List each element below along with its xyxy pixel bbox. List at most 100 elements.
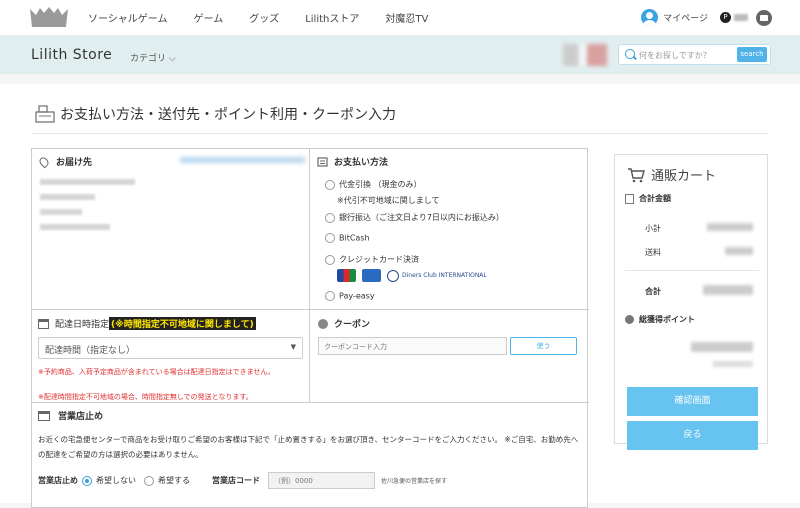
payment-option-credit[interactable]: クレジットカード決済 — [325, 254, 419, 265]
user-area: マイページ P — [641, 9, 772, 26]
jcb-logo-icon — [337, 269, 356, 282]
payment-option-payeasy[interactable]: Pay-easy — [325, 291, 375, 301]
total-heading-label: 合計金額 — [639, 194, 671, 203]
checkout-form: お届け先 お支払い方法 代金引換 （現金のみ） ※代引不可地域に関しまして 銀行… — [31, 148, 589, 508]
nav-social-games[interactable]: ソーシャルゲーム — [88, 10, 168, 25]
points-icon: P — [720, 12, 731, 23]
office-stop-heading-label: 営業店止め — [58, 412, 104, 422]
office-code-input[interactable]: （例）0000 — [268, 472, 375, 489]
cart-panel: 通販カート 合計金額 小計 送料 合計 総獲得ポイント 確認画面 戻る — [614, 154, 768, 450]
radio-payeasy[interactable] — [325, 291, 335, 301]
coupon-code-input[interactable]: クーポンコード入力 — [318, 337, 507, 355]
confirm-button-label: 確認画面 — [674, 396, 711, 406]
payment-bank-label: 銀行振込（ご注文日より7日以内にお振込み） — [339, 213, 504, 222]
delivery-note-2: ※配達時間指定不可地域の場合、時間指定無しでの発送となります。 — [38, 393, 253, 401]
nav-goods[interactable]: グッズ — [249, 10, 279, 25]
total-value-blurred — [703, 285, 753, 295]
coupon-heading: クーポン — [318, 317, 370, 330]
main-nav: ソーシャルゲーム ゲーム グッズ Lilithストア 対魔忍TV — [88, 10, 454, 25]
office-stop-heading: 営業店止め — [38, 409, 583, 422]
nav-games[interactable]: ゲーム — [194, 10, 224, 25]
delivery-note-1: ※予約商品、入荷予定商品が含まれている場合は配達日指定はできません。 — [38, 368, 275, 376]
points-dot-icon — [625, 315, 634, 324]
page-title-row: お支払い方法・送付先・ポイント利用・クーポン入力 — [34, 104, 396, 124]
cart-icons-blurred[interactable] — [563, 44, 607, 66]
use-coupon-button[interactable]: 使う — [510, 337, 577, 355]
time-restriction-link[interactable]: (※時間指定不可地域に関しまして) — [109, 317, 256, 330]
delivery-time-select[interactable]: 配達時間（指定なし） ▼ — [38, 337, 303, 359]
amex-logo-icon — [362, 269, 381, 282]
payment-option-cod[interactable]: 代金引換 （現金のみ） — [325, 179, 422, 190]
shipping-label: 送料 — [645, 248, 661, 257]
cart-title: 通販カート — [651, 169, 717, 184]
office-stop-section: 営業店止め お近くの宅急便センターで商品をお受け取りご希望のお客様は下記で「止め… — [38, 409, 583, 489]
lilith-logo[interactable] — [28, 5, 70, 31]
payment-section: お支払い方法 代金引換 （現金のみ） ※代引不可地域に関しまして 銀行振込（ご注… — [317, 155, 585, 305]
delivery-heading-label: お届け先 — [56, 158, 93, 168]
coupon-heading-label: クーポン — [334, 320, 371, 330]
cart-divider — [625, 270, 759, 271]
office-stop-description: お近くの宅急便センターで商品をお受け取りご希望のお客様は下記で「止め置きする」を… — [38, 435, 579, 459]
diners-logo-icon: Diners Club INTERNATIONAL — [387, 269, 487, 282]
radio-cod[interactable] — [325, 179, 335, 190]
points-value-blurred — [734, 14, 748, 21]
address-blurred — [40, 179, 135, 239]
payment-credit-label: クレジットカード決済 — [339, 255, 419, 264]
delivery-time-heading: 配達日時指定 (※時間指定不可地域に関しまして) — [38, 317, 256, 330]
radio-office-yes[interactable] — [144, 475, 154, 486]
subtotal-value-blurred — [707, 223, 753, 231]
payment-option-bitcash[interactable]: BitCash — [325, 233, 370, 243]
subtotal-label: 小計 — [645, 224, 661, 233]
back-button[interactable]: 戻る — [627, 421, 758, 450]
confirm-button[interactable]: 確認画面 — [627, 387, 758, 416]
radio-credit[interactable] — [325, 254, 335, 265]
top-navigation: ソーシャルゲーム ゲーム グッズ Lilithストア 対魔忍TV マイページ P — [0, 0, 800, 36]
document-icon — [625, 193, 634, 204]
title-divider — [32, 133, 768, 134]
office-no-label[interactable]: 希望しない — [96, 475, 136, 486]
message-icon[interactable] — [756, 9, 772, 26]
cart-title-row: 通販カート — [627, 165, 716, 184]
office-code-label: 営業店コード — [212, 476, 260, 485]
nav-taimanin-tv[interactable]: 対魔忍TV — [385, 10, 428, 25]
find-office-link[interactable]: 佐川急便の営業店を探す — [381, 476, 447, 485]
payment-option-bank[interactable]: 銀行振込（ご注文日より7日以内にお振込み） — [325, 212, 504, 223]
card-logos: Diners Club INTERNATIONAL — [337, 269, 487, 282]
payment-cod-label: 代金引換 （現金のみ） — [339, 180, 422, 189]
main-content: お支払い方法・送付先・ポイント利用・クーポン入力 お届け先 お支払い方法 代金引… — [0, 84, 800, 508]
user-avatar-icon[interactable] — [641, 9, 659, 26]
radio-office-no[interactable] — [82, 475, 92, 486]
total-heading: 合計金額 — [625, 193, 671, 204]
points-heading-label: 総獲得ポイント — [639, 315, 695, 324]
category-label: カテゴリ — [130, 54, 167, 64]
chevron-down-icon: ▼ — [290, 343, 296, 351]
search-box[interactable]: 何をお探しですか？ search — [618, 44, 771, 65]
nav-lilith-store[interactable]: Lilithストア — [305, 10, 359, 25]
cart-icon — [628, 167, 645, 182]
office-stop-label: 営業店止め — [38, 476, 78, 485]
radio-bitcash[interactable] — [325, 233, 335, 243]
points-value-blurred — [691, 342, 753, 352]
category-dropdown[interactable]: カテゴリ ⌵ — [130, 51, 176, 64]
cod-note[interactable]: ※代引不可地域に関しまして — [337, 195, 439, 206]
payment-bitcash-label: BitCash — [339, 233, 370, 243]
delivery-time-heading-label: 配達日時指定 — [55, 320, 110, 330]
payment-heading-label: お支払い方法 — [334, 158, 389, 168]
row-divider-bottom — [32, 402, 589, 403]
store-title[interactable]: Lilith Store — [31, 47, 112, 63]
office-stop-controls: 営業店止め 希望しない 希望する 営業店コード （例）0000 佐川急便の営業店… — [38, 472, 447, 489]
delivery-time-select-value: 配達時間（指定なし） — [45, 346, 136, 356]
change-address-link-blurred[interactable] — [180, 157, 305, 163]
points-heading: 総獲得ポイント — [625, 314, 695, 325]
search-input[interactable]: 何をお探しですか？ — [639, 50, 711, 61]
office-yes-label[interactable]: 希望する — [158, 475, 190, 486]
search-button[interactable]: search — [737, 47, 767, 62]
cash-register-icon — [35, 105, 55, 123]
radio-bank[interactable] — [325, 212, 335, 223]
mypage-link[interactable]: マイページ — [663, 11, 708, 24]
total-label: 合計 — [645, 287, 661, 296]
coupon-tag-icon — [318, 318, 328, 329]
payment-heading: お支払い方法 — [317, 155, 585, 168]
page-title: お支払い方法・送付先・ポイント利用・クーポン入力 — [60, 107, 396, 123]
payment-payeasy-label: Pay-easy — [339, 291, 375, 301]
